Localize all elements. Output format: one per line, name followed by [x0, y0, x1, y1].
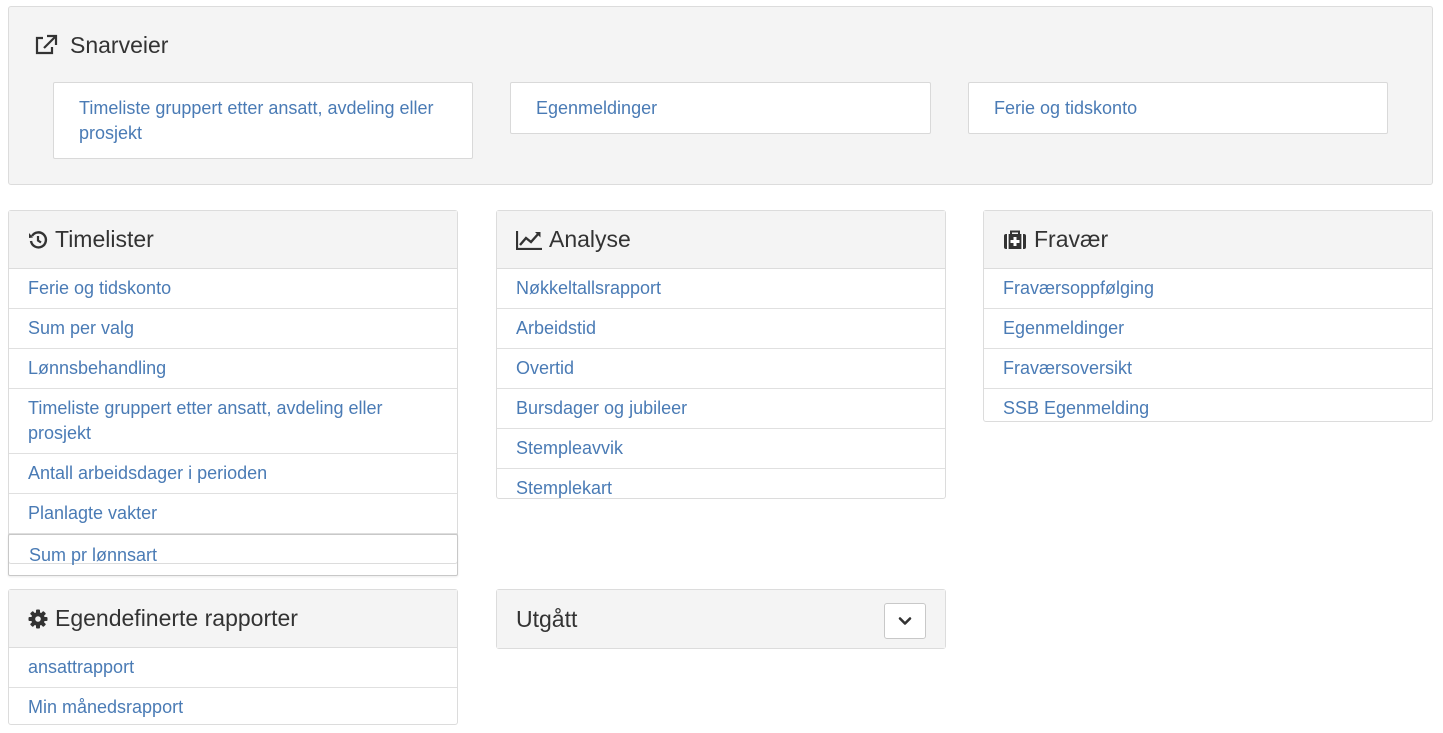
- analyse-item[interactable]: Arbeidstid: [497, 309, 945, 349]
- utgatt-toggle-button[interactable]: [884, 603, 926, 639]
- timelister-header: Timelister: [9, 211, 457, 269]
- timelister-title: Timelister: [55, 226, 154, 252]
- line-chart-icon: [516, 230, 542, 250]
- timelister-panel: Timelister Ferie og tidskonto Sum per va…: [8, 210, 458, 576]
- history-icon: [28, 230, 48, 250]
- analyse-header: Analyse: [497, 211, 945, 269]
- fravaer-item[interactable]: Egenmeldinger: [984, 309, 1432, 349]
- timelister-item[interactable]: Timeliste gruppert etter ansatt, avdelin…: [9, 389, 457, 454]
- medkit-icon: [1003, 230, 1027, 250]
- egendefinerte-item[interactable]: ansattrapport: [9, 648, 457, 688]
- egendefinerte-header: Egendefinerte rapporter: [9, 590, 457, 648]
- analyse-item[interactable]: Nøkkeltallsrapport: [497, 269, 945, 309]
- timelister-item[interactable]: Sum per valg: [9, 309, 457, 349]
- analyse-item[interactable]: Bursdager og jubileer: [497, 389, 945, 429]
- shortcuts-panel: Snarveier Timeliste gruppert etter ansat…: [8, 6, 1433, 185]
- timelister-item[interactable]: Sum pr lønnsart: [8, 534, 458, 576]
- timelister-item[interactable]: Planlagte vakter: [9, 494, 457, 534]
- shortcuts-header: Snarveier: [34, 31, 168, 59]
- gear-icon: [28, 609, 48, 629]
- analyse-item[interactable]: Stemplekart: [497, 469, 945, 508]
- egendefinerte-panel: Egendefinerte rapporter ansattrapport Mi…: [8, 589, 458, 725]
- analyse-panel: Analyse Nøkkeltallsrapport Arbeidstid Ov…: [496, 210, 946, 499]
- fravaer-item[interactable]: Fraværsoversikt: [984, 349, 1432, 389]
- analyse-item[interactable]: Stempleavvik: [497, 429, 945, 469]
- timelister-item[interactable]: Ferie og tidskonto: [9, 269, 457, 309]
- egendefinerte-title: Egendefinerte rapporter: [55, 605, 298, 631]
- timelister-item[interactable]: Lønnsbehandling: [9, 349, 457, 389]
- analyse-title: Analyse: [549, 226, 631, 252]
- utgatt-title: Utgått: [516, 605, 578, 632]
- analyse-item[interactable]: Overtid: [497, 349, 945, 389]
- egendefinerte-item[interactable]: Min månedsrapport: [9, 688, 457, 727]
- shortcut-timeliste-gruppert[interactable]: Timeliste gruppert etter ansatt, avdelin…: [53, 82, 473, 159]
- shortcuts-title: Snarveier: [70, 31, 169, 58]
- shortcut-egenmeldinger[interactable]: Egenmeldinger: [510, 82, 931, 134]
- shortcut-ferie-og-tidskonto[interactable]: Ferie og tidskonto: [968, 82, 1388, 134]
- external-link-icon: [34, 34, 58, 56]
- chevron-down-icon: [898, 616, 912, 626]
- fravaer-item[interactable]: SSB Egenmelding: [984, 389, 1432, 428]
- fravaer-panel: Fravær Fraværsoppfølging Egenmeldinger F…: [983, 210, 1433, 422]
- fravaer-item[interactable]: Fraværsoppfølging: [984, 269, 1432, 309]
- fravaer-header: Fravær: [984, 211, 1432, 269]
- utgatt-panel: Utgått: [496, 589, 946, 649]
- timelister-item[interactable]: Antall arbeidsdager i perioden: [9, 454, 457, 494]
- fravaer-title: Fravær: [1034, 226, 1109, 252]
- utgatt-header: Utgått: [497, 590, 945, 648]
